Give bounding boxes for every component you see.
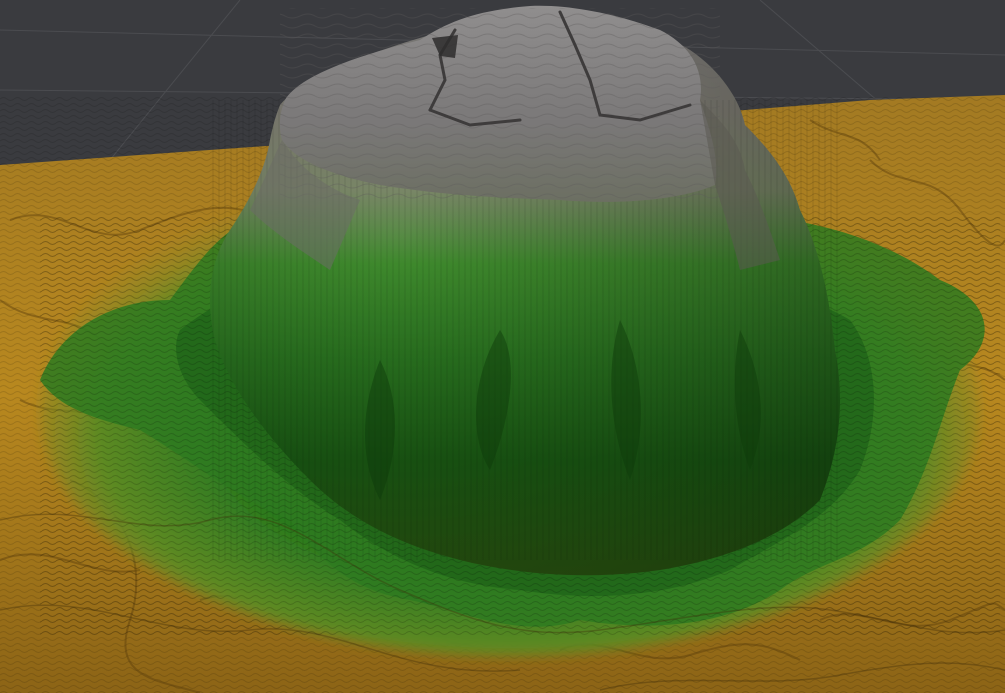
3d-viewport[interactable] [0,0,1005,693]
terrain-scene[interactable] [0,0,1005,693]
mesa-contour-lines [280,8,720,203]
